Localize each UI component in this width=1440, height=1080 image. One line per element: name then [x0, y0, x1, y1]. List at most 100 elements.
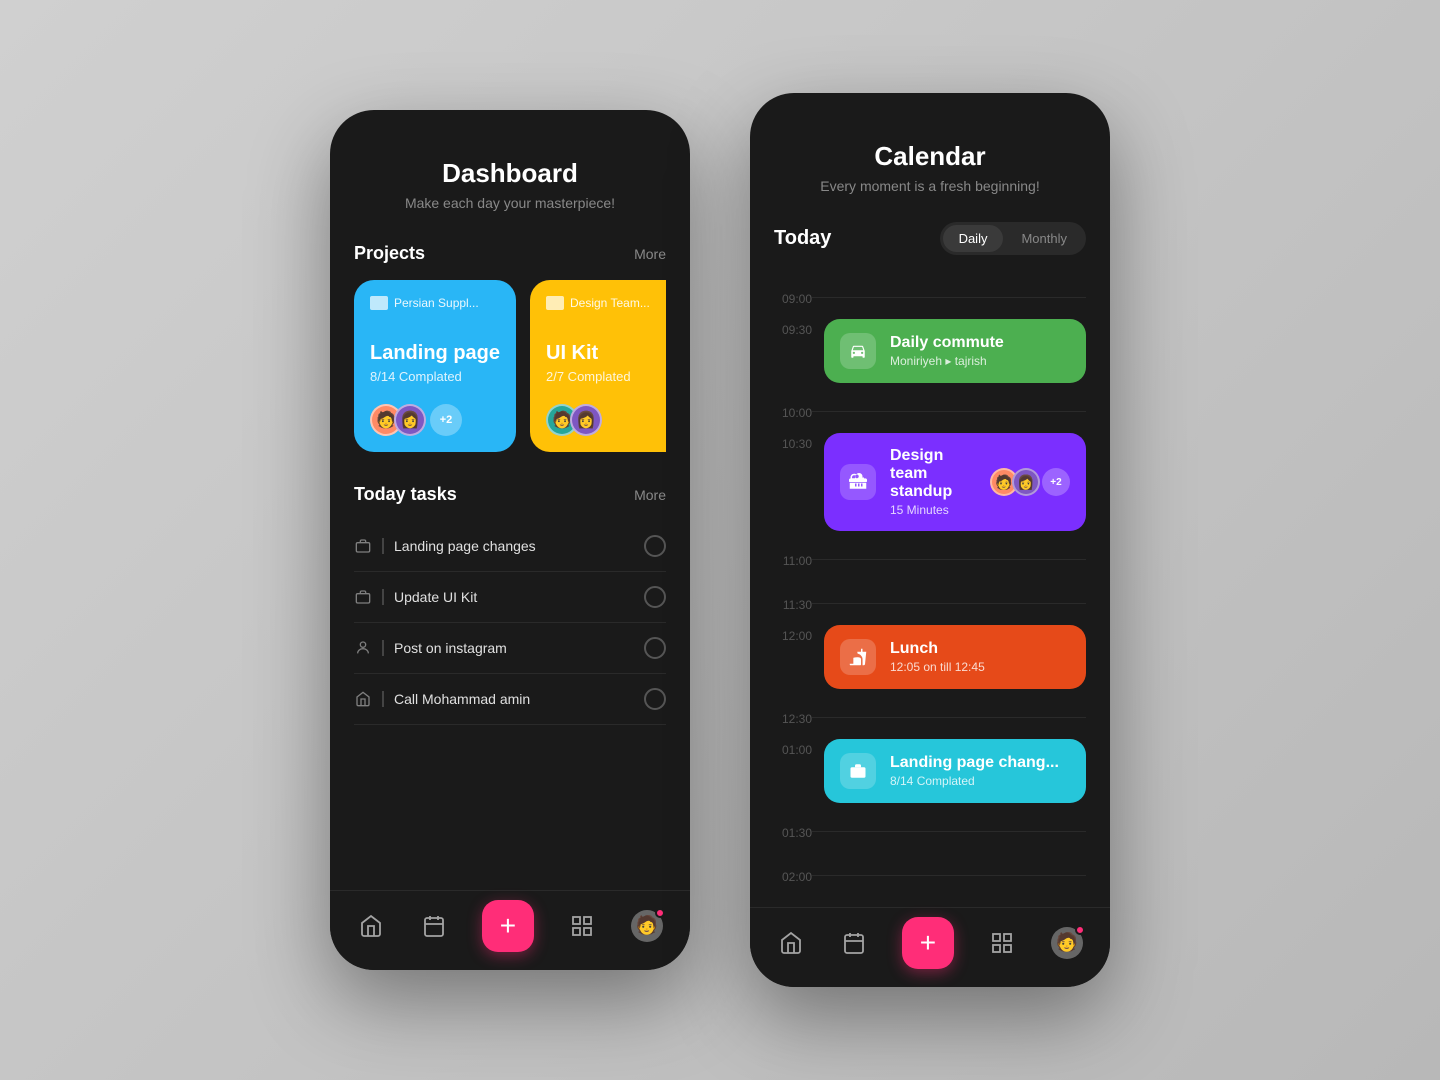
- event-title-landing: Landing page chang...: [890, 754, 1070, 772]
- nav-home-icon[interactable]: [357, 912, 385, 940]
- event-row-landing: 01:00 Landing page chang... 8/14 Complat…: [774, 739, 1086, 805]
- event-card-commute[interactable]: Daily commute Moniriyeh ▸ tajrish: [824, 319, 1086, 383]
- time-slot-1230: 12:30: [774, 695, 1086, 739]
- event-avatars-standup: 🧑 👩 +2: [990, 468, 1070, 496]
- task-checkbox-2[interactable]: [644, 637, 666, 659]
- project-card-landing[interactable]: Persian Suppl... Landing page 8/14 Compl…: [354, 280, 516, 452]
- task-item-0[interactable]: Landing page changes: [354, 521, 666, 572]
- project-avatars-2: 🧑 👩: [546, 404, 666, 436]
- task-label-3: Call Mohammad amin: [394, 691, 634, 707]
- event-avatar-2: 👩: [1012, 468, 1040, 496]
- project-card-header-1: Persian Suppl...: [370, 296, 500, 310]
- calendar-header: Today Daily Monthly: [774, 222, 1086, 255]
- projects-list: Persian Suppl... Landing page 8/14 Compl…: [354, 280, 666, 452]
- task-checkbox-1[interactable]: [644, 586, 666, 608]
- time-slot-0200: 02:00: [774, 853, 1086, 897]
- avatar-2: 👩: [394, 404, 426, 436]
- event-row-standup: 10:30 Design team standup 15 Minutes 🧑 👩…: [774, 433, 1086, 533]
- nav-add-button[interactable]: +: [482, 900, 534, 952]
- calendar-phone: Calendar Every moment is a fresh beginni…: [750, 93, 1110, 987]
- event-info-commute: Daily commute Moniriyeh ▸ tajrish: [890, 334, 1070, 368]
- timeline-line-1100: [812, 559, 1086, 560]
- time-slot-1130: 11:30: [774, 581, 1086, 625]
- time-label-0100: 01:00: [774, 739, 812, 757]
- calendar-subtitle: Every moment is a fresh beginning!: [774, 178, 1086, 194]
- event-sub-commute: Moniriyeh ▸ tajrish: [890, 354, 1070, 368]
- time-label-1000: 10:00: [774, 402, 812, 420]
- project-title-1: Landing page: [370, 342, 500, 365]
- nav-calendar-icon[interactable]: [420, 912, 448, 940]
- project-title-2: UI Kit: [546, 342, 666, 365]
- event-card-landing[interactable]: Landing page chang... 8/14 Complated: [824, 739, 1086, 803]
- time-label-1200: 12:00: [774, 625, 812, 643]
- task-checkbox-3[interactable]: [644, 688, 666, 710]
- event-sub-lunch: 12:05 on till 12:45: [890, 660, 1070, 674]
- timeline-line-1000: [812, 411, 1086, 412]
- time-label-0130: 01:30: [774, 822, 812, 840]
- project-card-uikit[interactable]: Design Team... UI Kit 2/7 Complated 🧑 👩: [530, 280, 666, 452]
- dashboard-phone: Dashboard Make each day your masterpiece…: [330, 110, 690, 970]
- today-label: Today: [774, 227, 831, 250]
- task-icon-home-3: [354, 690, 372, 708]
- avatar-4: 👩: [570, 404, 602, 436]
- task-checkbox-0[interactable]: [644, 535, 666, 557]
- nav-profile-wrap[interactable]: 🧑: [631, 910, 663, 942]
- event-title-commute: Daily commute: [890, 334, 1070, 352]
- task-item-1[interactable]: Update UI Kit: [354, 572, 666, 623]
- event-title-standup: Design team standup: [890, 447, 976, 501]
- tasks-list: Landing page changes Update UI Kit Post …: [354, 521, 666, 725]
- task-item-2[interactable]: Post on instagram: [354, 623, 666, 674]
- timeline: 09:00 09:30 Daily commute Moniriyeh ▸ ta…: [774, 275, 1086, 987]
- task-item-3[interactable]: Call Mohammad amin: [354, 674, 666, 725]
- task-divider-1: [382, 589, 384, 605]
- projects-section-header: Projects More: [354, 243, 666, 264]
- time-label-1100: 11:00: [774, 550, 812, 568]
- time-label-0200: 02:00: [774, 866, 812, 884]
- briefcase-icon-landing: [840, 753, 876, 789]
- event-avatar-count: +2: [1042, 468, 1070, 496]
- event-sub-landing: 8/14 Complated: [890, 774, 1070, 788]
- time-slot-1000: 10:00: [774, 389, 1086, 433]
- project-name-2: Design Team...: [570, 296, 650, 310]
- cal-nav-add-button[interactable]: +: [902, 917, 954, 969]
- timeline-line-0900: [812, 297, 1086, 298]
- timeline-line-0200: [812, 875, 1086, 876]
- cal-nav-home-icon[interactable]: [777, 929, 805, 957]
- timeline-line-0130: [812, 831, 1086, 832]
- task-icon-person-2: [354, 639, 372, 657]
- cal-nav-grid-icon[interactable]: [988, 929, 1016, 957]
- tasks-more[interactable]: More: [634, 487, 666, 503]
- event-info-lunch: Lunch 12:05 on till 12:45: [890, 640, 1070, 674]
- nav-grid-icon[interactable]: [568, 912, 596, 940]
- calendar-bottom-nav: + 🧑: [750, 907, 1110, 987]
- time-label-0930: 09:30: [774, 319, 812, 337]
- avatar-count-1: +2: [430, 404, 462, 436]
- tasks-label: Today tasks: [354, 484, 457, 505]
- event-card-standup[interactable]: Design team standup 15 Minutes 🧑 👩 +2: [824, 433, 1086, 531]
- task-divider-3: [382, 691, 384, 707]
- dashboard-subtitle: Make each day your masterpiece!: [354, 195, 666, 211]
- project-progress-2: 2/7 Complated: [546, 369, 666, 384]
- time-label-1230: 12:30: [774, 708, 812, 726]
- projects-label: Projects: [354, 243, 425, 264]
- time-slot-0130: 01:30: [774, 809, 1086, 853]
- task-icon-briefcase-1: [354, 588, 372, 606]
- cal-nav-profile-wrap[interactable]: 🧑: [1051, 927, 1083, 959]
- event-card-lunch[interactable]: Lunch 12:05 on till 12:45: [824, 625, 1086, 689]
- project-name-1: Persian Suppl...: [394, 296, 479, 310]
- event-title-lunch: Lunch: [890, 640, 1070, 658]
- task-divider-2: [382, 640, 384, 656]
- toggle-monthly[interactable]: Monthly: [1005, 225, 1083, 252]
- time-slot-0900: 09:00: [774, 275, 1086, 319]
- task-label-2: Post on instagram: [394, 640, 634, 656]
- timeline-line-1230: [812, 717, 1086, 718]
- project-avatars-1: 🧑 👩 +2: [370, 404, 500, 436]
- task-label-1: Update UI Kit: [394, 589, 634, 605]
- calendar-title: Calendar: [774, 141, 1086, 172]
- toggle-daily[interactable]: Daily: [943, 225, 1004, 252]
- projects-more[interactable]: More: [634, 246, 666, 262]
- time-slot-1100: 11:00: [774, 537, 1086, 581]
- task-icon-briefcase-0: [354, 537, 372, 555]
- cal-nav-calendar-icon[interactable]: [840, 929, 868, 957]
- event-info-standup: Design team standup 15 Minutes: [890, 447, 976, 517]
